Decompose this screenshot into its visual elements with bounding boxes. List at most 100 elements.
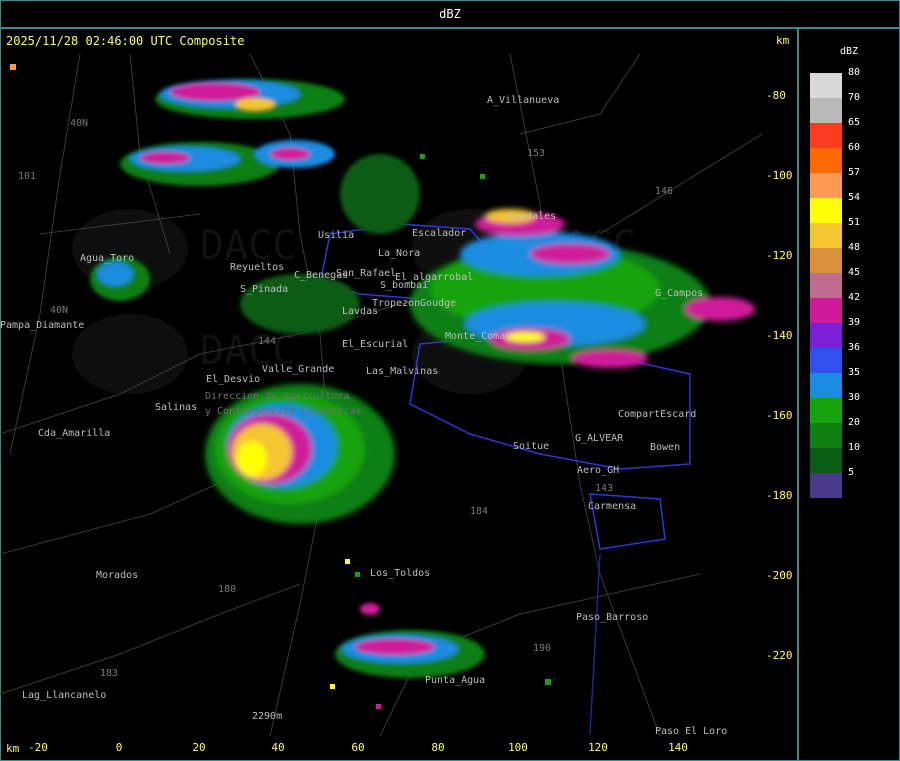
legend-swatch — [810, 423, 842, 448]
timestamp-label: 2025/11/28 02:46:00 UTC Composite — [6, 34, 245, 48]
svg-text:G_Campos: G_Campos — [655, 288, 703, 299]
svg-text:Tropezon: Tropezon — [372, 298, 420, 309]
y-tick: -100 — [766, 169, 793, 182]
svg-text:Soitue: Soitue — [513, 441, 549, 452]
legend-label: 35 — [848, 367, 861, 378]
legend-label: 80 — [848, 67, 861, 78]
svg-text:Reyueltos: Reyueltos — [230, 262, 284, 273]
svg-text:S_bombai: S_bombai — [380, 280, 428, 291]
x-tick: 140 — [668, 741, 688, 754]
svg-text:Bowen: Bowen — [650, 442, 680, 453]
legend-swatch — [810, 198, 842, 223]
svg-text:Paso_Barroso: Paso_Barroso — [576, 612, 648, 623]
svg-text:Goudge: Goudge — [420, 298, 456, 309]
svg-text:40N: 40N — [70, 118, 88, 129]
x-tick: 120 — [588, 741, 608, 754]
x-tick: 100 — [508, 741, 528, 754]
svg-text:144: 144 — [258, 336, 276, 347]
legend-label: 30 — [848, 392, 861, 403]
legend-swatch — [810, 373, 842, 398]
legend-swatch — [810, 98, 842, 123]
legend-label: 70 — [848, 92, 861, 103]
svg-text:Carmensa: Carmensa — [588, 501, 636, 512]
legend-swatch — [810, 73, 842, 98]
svg-text:190: 190 — [533, 643, 551, 654]
y-tick: -180 — [766, 489, 793, 502]
y-tick: -140 — [766, 329, 793, 342]
y-tick: -200 — [766, 569, 793, 582]
svg-text:2290m: 2290m — [252, 711, 282, 722]
legend-label: 60 — [848, 142, 861, 153]
svg-text:Valle_Grande: Valle_Grande — [262, 364, 334, 375]
svg-text:El_Escurial: El_Escurial — [342, 339, 408, 350]
svg-text:Usilia: Usilia — [318, 230, 354, 241]
svg-text:Direccion de Agricultura: Direccion de Agricultura — [205, 391, 350, 402]
svg-text:Paso_El_Loro: Paso_El_Loro — [655, 726, 727, 736]
svg-text:Agua_Toro: Agua_Toro — [80, 253, 134, 264]
legend-label: 5 — [848, 467, 855, 478]
legend-label: 48 — [848, 242, 861, 253]
svg-text:Punta_Agua: Punta_Agua — [425, 675, 485, 686]
legend-label: 45 — [848, 267, 861, 278]
y-tick: -220 — [766, 649, 793, 662]
x-tick: 20 — [192, 741, 206, 754]
svg-text:Salinas: Salinas — [155, 402, 197, 413]
legend-label: 36 — [848, 342, 861, 353]
y-tick: -120 — [766, 249, 793, 262]
svg-text:153: 153 — [527, 148, 545, 159]
legend-swatch — [810, 123, 842, 148]
svg-text:Monte_Coman: Monte_Coman — [445, 331, 511, 342]
legend-swatch — [810, 348, 842, 373]
x-tick: 40 — [271, 741, 285, 754]
legend-swatch — [810, 223, 842, 248]
svg-text:Escalador: Escalador — [412, 228, 466, 239]
svg-text:Los_Toldos: Los_Toldos — [370, 568, 430, 579]
legend-label: 42 — [848, 292, 861, 303]
legend-swatch — [810, 298, 842, 323]
x-tick: 80 — [431, 741, 445, 754]
svg-text:Pampa_Diamante: Pampa_Diamante — [0, 320, 84, 331]
legend-label: 39 — [848, 317, 861, 328]
svg-text:Lag_Llancanelo: Lag_Llancanelo — [22, 690, 106, 701]
legend-unit-label: dBZ — [840, 46, 859, 57]
svg-text:146: 146 — [655, 186, 673, 197]
legend-swatch — [810, 248, 842, 273]
legend-swatch — [810, 398, 842, 423]
km-label-y: km — [776, 34, 790, 47]
svg-text:G_ALVEAR: G_ALVEAR — [575, 433, 624, 444]
legend-swatch — [810, 173, 842, 198]
legend-label: 57 — [848, 167, 861, 178]
legend-label: 51 — [848, 217, 861, 228]
legend-swatch — [810, 323, 842, 348]
svg-text:Las_Malvinas: Las_Malvinas — [366, 366, 438, 377]
legend-swatch — [810, 273, 842, 298]
svg-text:Guadales: Guadales — [508, 211, 556, 222]
svg-text:183: 183 — [100, 668, 118, 679]
svg-text:Aero_GH: Aero_GH — [577, 465, 619, 476]
radar-plot[interactable]: DACC DACC DACC — [0, 54, 762, 736]
legend-label: 54 — [848, 192, 861, 203]
svg-text:S_Pinada: S_Pinada — [240, 284, 288, 295]
svg-text:CompartEscard: CompartEscard — [618, 409, 696, 420]
y-tick: -80 — [766, 89, 786, 102]
legend-swatch — [810, 448, 842, 473]
legend-label: 65 — [848, 117, 861, 128]
legend-label: 20 — [848, 417, 861, 428]
svg-text:184: 184 — [470, 506, 488, 517]
product-title: dBZ — [439, 7, 461, 21]
km-label-x: km — [6, 742, 20, 755]
svg-text:180: 180 — [218, 584, 236, 595]
svg-text:La_Nora: La_Nora — [378, 248, 420, 259]
svg-text:143: 143 — [595, 483, 613, 494]
legend-label: 10 — [848, 442, 861, 453]
x-tick: -20 — [28, 741, 48, 754]
legend-swatch — [810, 473, 842, 498]
svg-text:y Contingencias Climaticas: y Contingencias Climaticas — [205, 406, 362, 417]
title-bar: dBZ — [0, 0, 900, 28]
legend-swatch — [810, 148, 842, 173]
svg-text:Cda_Amarilla: Cda_Amarilla — [38, 428, 110, 439]
svg-text:101: 101 — [18, 171, 36, 182]
svg-text:El_Desvio: El_Desvio — [206, 374, 260, 385]
x-tick: 60 — [351, 741, 365, 754]
svg-text:Morados: Morados — [96, 570, 138, 581]
